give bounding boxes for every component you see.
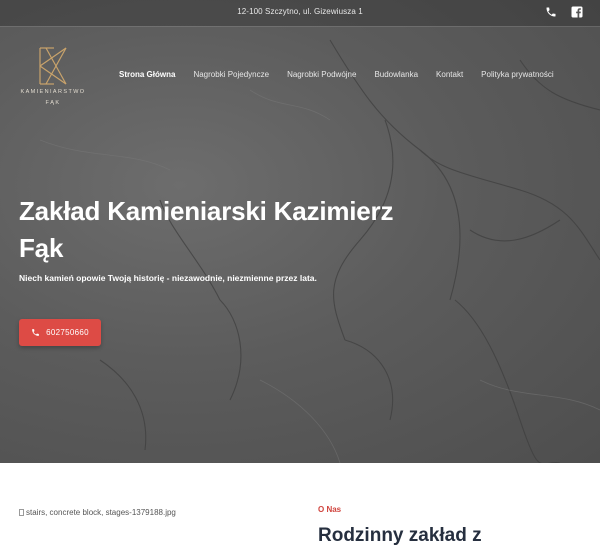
logo-text-line2: FĄK bbox=[45, 100, 61, 106]
nav-item-single-graves[interactable]: Nagrobki Pojedyncze bbox=[193, 70, 269, 79]
call-button-label: 602750660 bbox=[46, 328, 89, 337]
hero-subtitle: Niech kamień opowie Twoją historię - nie… bbox=[19, 273, 317, 283]
nav-item-double-graves[interactable]: Nagrobki Podwójne bbox=[287, 70, 356, 79]
facebook-icon[interactable] bbox=[570, 5, 584, 19]
main-nav: Strona Główna Nagrobki Pojedyncze Nagrob… bbox=[119, 70, 572, 79]
logo-text-line1: KAMIENIARSTWO bbox=[20, 89, 86, 95]
about-image: stairs, concrete block, stages-1379188.j… bbox=[19, 508, 176, 517]
hero-title: Zakład Kamieniarski Kazimierz Fąk bbox=[19, 196, 394, 263]
phone-icon[interactable] bbox=[544, 5, 558, 19]
logo[interactable]: KAMIENIARSTWO FĄK bbox=[18, 44, 88, 112]
header-divider bbox=[0, 26, 600, 27]
call-button[interactable]: 602750660 bbox=[19, 319, 101, 346]
about-title: Rodzinny zakład z bbox=[318, 525, 482, 546]
address-text: 12-100 Szczytno, ul. Gizewiusza 1 bbox=[237, 7, 363, 16]
nav-item-construction[interactable]: Budowlanka bbox=[374, 70, 418, 79]
nav-item-home[interactable]: Strona Główna bbox=[119, 70, 175, 79]
about-image-alt: stairs, concrete block, stages-1379188.j… bbox=[26, 508, 176, 517]
top-bar: 12-100 Szczytno, ul. Gizewiusza 1 bbox=[0, 0, 600, 26]
nav-item-privacy[interactable]: Polityka prywatności bbox=[481, 70, 553, 79]
logo-mark-icon bbox=[39, 47, 67, 85]
nav-item-contact[interactable]: Kontakt bbox=[436, 70, 463, 79]
about-label: O Nas bbox=[318, 505, 342, 514]
broken-image-icon bbox=[19, 509, 24, 516]
phone-icon bbox=[31, 324, 40, 342]
